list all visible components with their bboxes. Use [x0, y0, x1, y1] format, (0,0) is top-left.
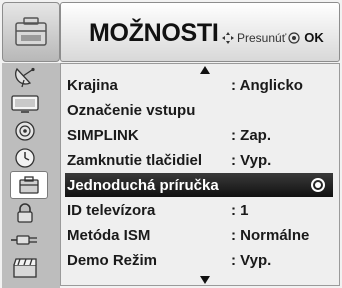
- menu-item-simplink[interactable]: SIMPLINK : Zap.: [65, 123, 333, 147]
- options-menu-panel: Krajina : Anglicko Označenie vstupu SIMP…: [60, 63, 340, 286]
- satellite-dish-icon[interactable]: [7, 65, 43, 89]
- move-hint-label: Presunúť: [237, 30, 287, 45]
- media-clapper-icon[interactable]: [7, 255, 43, 279]
- menu-item-zamknutie-tlacidiel[interactable]: Zamknutie tlačidiel : Vyp.: [65, 148, 333, 172]
- menu-item-label: Metóda ISM: [67, 227, 151, 244]
- tv-osd-menu: MOŽNOSTI Presunúť OK Krajina : Anglicko …: [0, 0, 342, 288]
- move-arrows-icon: [222, 31, 234, 44]
- navigation-hint: Presunúť OK: [221, 30, 324, 45]
- options-toolbox-icon[interactable]: [10, 171, 48, 199]
- page-title: MOŽNOSTI: [89, 19, 219, 47]
- menu-item-value: : 1: [231, 202, 249, 219]
- menu-item-demo-rezim[interactable]: Demo Režim : Vyp.: [65, 248, 333, 272]
- menu-header: MOŽNOSTI Presunúť OK: [60, 2, 340, 62]
- lock-icon[interactable]: [7, 201, 43, 225]
- menu-item-metoda-ism[interactable]: Metóda ISM : Normálne: [65, 223, 333, 247]
- menu-item-value: : Vyp.: [231, 152, 272, 169]
- menu-item-value: : Normálne: [231, 227, 310, 244]
- options-header-icon: [2, 2, 60, 62]
- ok-button-icon: [288, 31, 300, 44]
- menu-item-krajina[interactable]: Krajina : Anglicko: [65, 73, 333, 97]
- menu-item-value: : Anglicko: [231, 77, 303, 94]
- scroll-down-arrow-icon[interactable]: [200, 276, 210, 284]
- selected-radio-icon: [311, 178, 325, 192]
- menu-item-id-televizora[interactable]: ID televízora : 1: [65, 198, 333, 222]
- menu-item-oznacenie-vstupu[interactable]: Označenie vstupu: [65, 98, 333, 122]
- menu-item-value: : Zap.: [231, 127, 271, 144]
- menu-item-label: Krajina: [67, 77, 118, 94]
- menu-item-label: Zamknutie tlačidiel: [67, 152, 203, 169]
- sidebar: [2, 63, 60, 288]
- menu-item-label: ID televízora: [67, 202, 156, 219]
- menu-item-label: Označenie vstupu: [67, 102, 196, 119]
- clock-time-icon[interactable]: [7, 146, 43, 170]
- menu-item-jednoducha-prirucka[interactable]: Jednoduchá príručka: [65, 173, 333, 197]
- speaker-audio-icon[interactable]: [7, 119, 43, 143]
- menu-item-label: Jednoduchá príručka: [67, 177, 219, 194]
- menu-item-label: Demo Režim: [67, 252, 158, 269]
- ok-hint-label: OK: [304, 30, 324, 45]
- menu-item-value: : Vyp.: [231, 252, 272, 269]
- tv-picture-icon[interactable]: [7, 92, 43, 116]
- input-plug-icon[interactable]: [7, 228, 43, 252]
- menu-item-label: SIMPLINK: [67, 127, 139, 144]
